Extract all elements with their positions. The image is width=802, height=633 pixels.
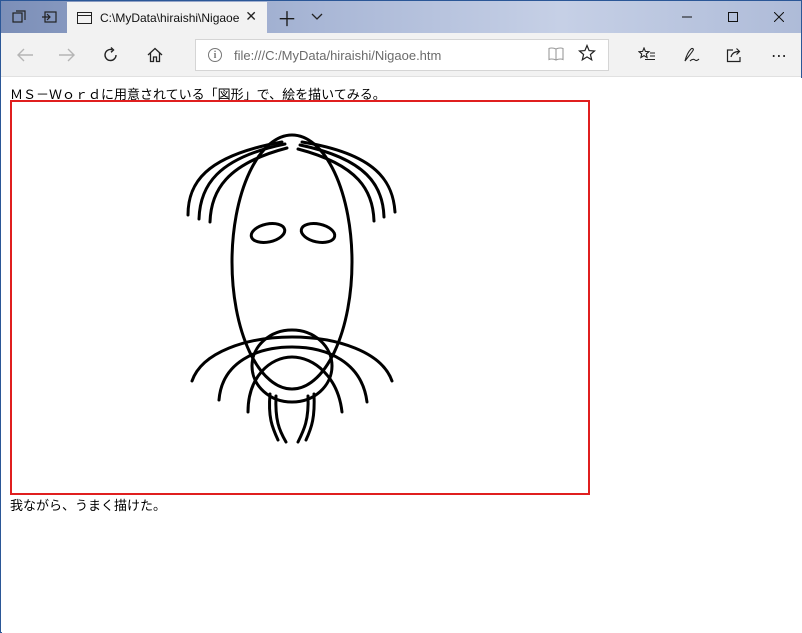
maximize-icon[interactable] bbox=[710, 1, 756, 33]
page-icon bbox=[77, 11, 92, 24]
address-bar[interactable]: i file:///C:/MyData/hiraishi/Nigaoe.htm bbox=[195, 39, 609, 71]
tabs-icon[interactable] bbox=[5, 1, 33, 33]
tab-title: C:\MyData\hiraishi\Nigaoe.htm bbox=[100, 10, 240, 25]
closing-text: 我ながら、うまく描けた。 bbox=[10, 499, 167, 514]
reading-view-icon[interactable] bbox=[548, 47, 564, 61]
pen-icon[interactable] bbox=[673, 33, 709, 77]
browser-window: C:\MyData\hiraishi\Nigaoe.htm ✕ ＋ bbox=[0, 0, 802, 633]
home-icon[interactable] bbox=[137, 33, 173, 77]
plus-icon[interactable]: ＋ bbox=[273, 1, 301, 33]
navigation-bar: i file:///C:/MyData/hiraishi/Nigaoe.htm … bbox=[1, 33, 801, 77]
close-tab-icon[interactable]: ✕ bbox=[245, 9, 257, 25]
set-aside-icon[interactable] bbox=[35, 1, 63, 33]
close-icon[interactable] bbox=[756, 1, 802, 33]
drawing-frame bbox=[10, 100, 590, 495]
star-icon[interactable] bbox=[578, 43, 596, 67]
forward-arrow-icon[interactable] bbox=[49, 33, 85, 77]
favorites-icon[interactable] bbox=[629, 33, 665, 77]
face-drawing bbox=[186, 133, 397, 444]
chevron-down-icon[interactable] bbox=[303, 1, 331, 33]
share-icon[interactable] bbox=[717, 33, 753, 77]
minimize-icon[interactable] bbox=[664, 1, 710, 33]
refresh-icon[interactable] bbox=[93, 33, 129, 77]
info-icon[interactable]: i bbox=[208, 48, 222, 62]
title-bar: C:\MyData\hiraishi\Nigaoe.htm ✕ ＋ bbox=[1, 1, 801, 33]
more-icon[interactable]: ⋯ bbox=[761, 33, 797, 77]
page-content: ＭＳ－Ｗｏｒｄに用意されている「図形」で、絵を描いてみる。 我ながら、うまく描け… bbox=[2, 78, 802, 633]
tab-nigaoe[interactable]: C:\MyData\hiraishi\Nigaoe.htm ✕ bbox=[67, 2, 267, 33]
address-url: file:///C:/MyData/hiraishi/Nigaoe.htm bbox=[234, 47, 442, 63]
back-arrow-icon[interactable] bbox=[7, 33, 43, 77]
